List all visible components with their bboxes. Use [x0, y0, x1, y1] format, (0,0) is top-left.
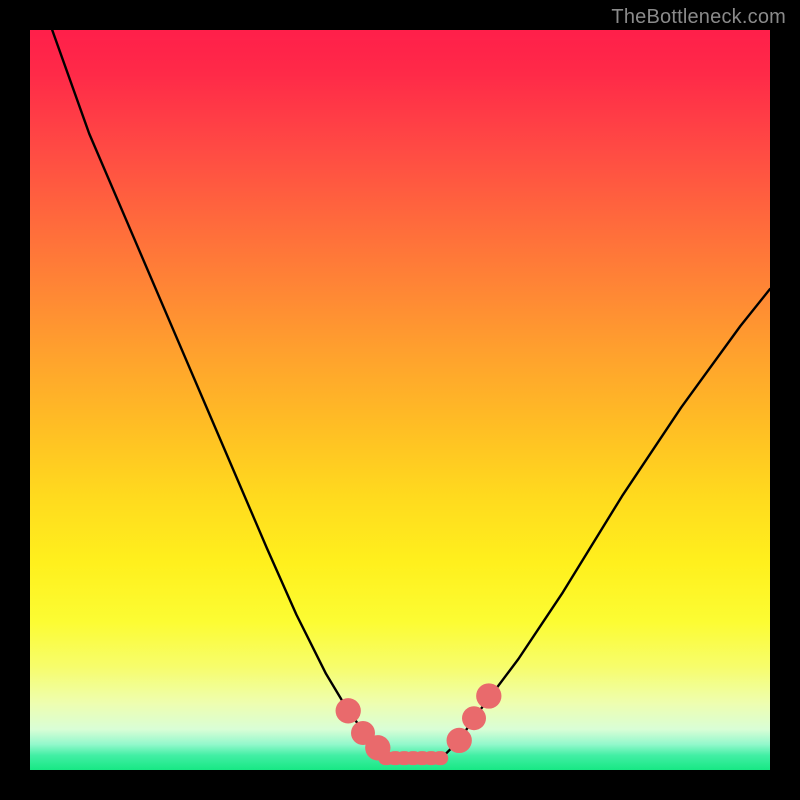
left-lower-dot: [365, 735, 390, 760]
right-lower-dot: [447, 728, 472, 753]
watermark-text: TheBottleneck.com: [611, 6, 786, 29]
chart-svg: [30, 30, 770, 770]
chart-frame: TheBottleneck.com: [0, 0, 800, 800]
plot-area: [30, 30, 770, 770]
left-upper-dot: [336, 698, 361, 723]
bottleneck-curve: [52, 30, 770, 763]
right-mid-dot: [462, 706, 486, 730]
right-upper-dot: [476, 683, 501, 708]
